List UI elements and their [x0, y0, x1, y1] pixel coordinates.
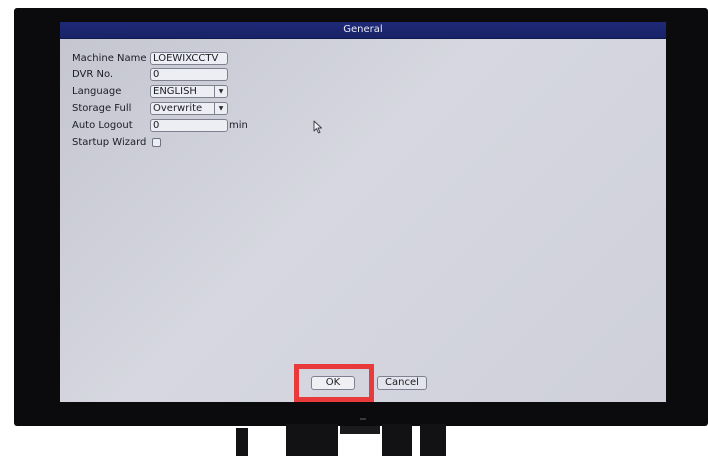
ok-button-highlight: [294, 364, 374, 402]
dvr-no-label: DVR No.: [72, 69, 114, 80]
mouse-pointer-icon: [313, 120, 322, 134]
title-bar: General: [60, 22, 666, 39]
storage-full-value: Overwrite: [153, 103, 203, 114]
monitor-stand-part: [382, 424, 412, 456]
window-title: General: [343, 24, 383, 35]
storage-full-label: Storage Full: [72, 103, 132, 114]
auto-logout-label: Auto Logout: [72, 120, 133, 131]
dvr-screen: General Machine Name LOEWIXCCTV DVR No. …: [60, 22, 666, 402]
machine-name-input[interactable]: LOEWIXCCTV: [150, 52, 228, 65]
monitor-logo: [360, 418, 366, 420]
language-label: Language: [72, 86, 122, 97]
cancel-button[interactable]: Cancel: [377, 376, 427, 390]
auto-logout-input[interactable]: 0: [150, 119, 228, 132]
monitor-stand-part: [420, 424, 446, 456]
language-select[interactable]: ENGLISH ▼: [150, 85, 228, 98]
chevron-down-icon: ▼: [214, 103, 227, 114]
auto-logout-unit: min: [229, 120, 248, 131]
startup-wizard-checkbox[interactable]: [152, 138, 161, 147]
language-value: ENGLISH: [153, 86, 197, 97]
monitor-chin: [340, 426, 380, 434]
dvr-no-input[interactable]: 0: [150, 68, 228, 81]
chevron-down-icon: ▼: [214, 86, 227, 97]
machine-name-label: Machine Name: [72, 53, 147, 64]
monitor-stand-part: [236, 428, 248, 456]
startup-wizard-label: Startup Wizard: [72, 137, 147, 148]
monitor-stand-part: [286, 424, 338, 456]
storage-full-select[interactable]: Overwrite ▼: [150, 102, 228, 115]
